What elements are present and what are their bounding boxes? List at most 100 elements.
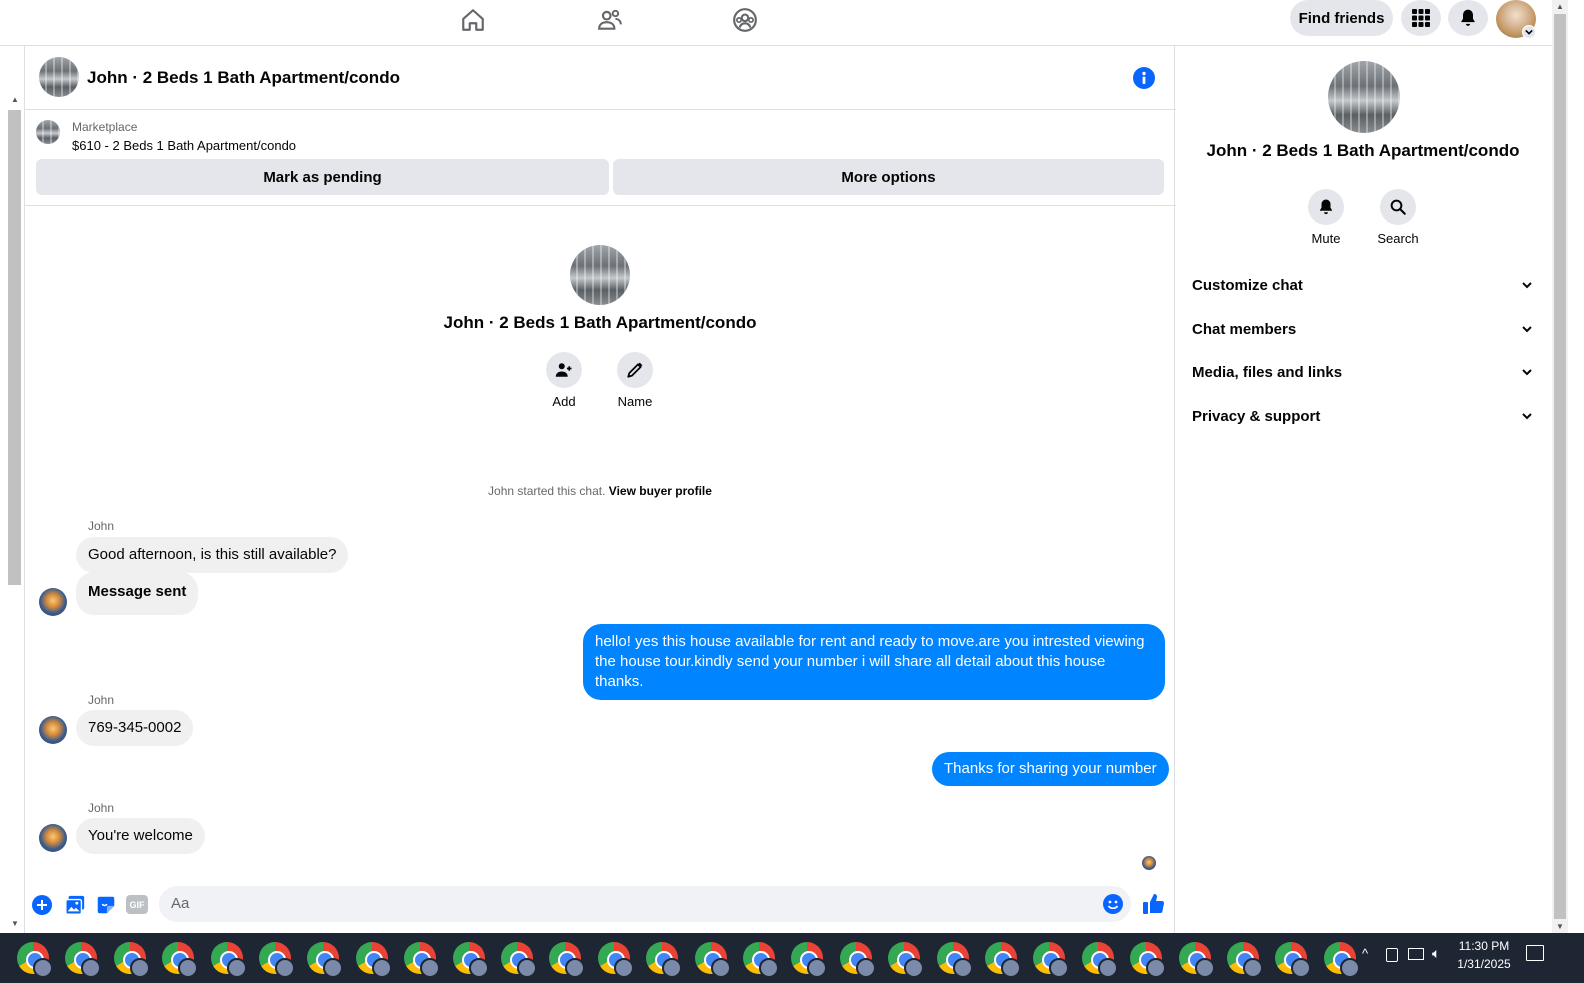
name-chat-button[interactable]: Name [611,352,659,409]
taskbar-chrome-icon[interactable] [1081,942,1118,978]
sender-avatar[interactable] [39,716,67,744]
taskbar-chrome-icon[interactable] [1130,942,1167,978]
chevron-down-icon [1522,369,1532,376]
add-people-button[interactable]: Add [540,352,588,409]
scroll-down-arrow-icon[interactable]: ▼ [11,919,19,928]
find-friends-button[interactable]: Find friends [1290,0,1393,36]
notification-center-icon[interactable] [1526,945,1544,961]
menu-grid-icon[interactable] [1401,0,1441,36]
chevron-down-icon [1522,413,1532,420]
scroll-up-arrow-icon[interactable]: ▲ [1556,2,1564,11]
notifications-bell-icon[interactable] [1448,0,1488,36]
name-label: Name [617,394,653,409]
search-in-conversation-button[interactable]: Search [1368,189,1428,246]
marketplace-bar: Marketplace $610 - 2 Beds 1 Bath Apartme… [25,110,1176,206]
taskbar-chrome-icon[interactable] [65,942,102,978]
conversation-title: John · 2 Beds 1 Bath Apartment/condo [1206,141,1520,160]
emoji-icon[interactable] [1103,894,1123,914]
network-icon[interactable] [1408,948,1424,960]
page-scrollbar-thumb[interactable] [1554,14,1566,919]
mute-button[interactable]: Mute [1300,189,1352,246]
groups-icon[interactable] [729,4,761,36]
message-input-placeholder: Aa [171,895,190,912]
taskbar-chrome-icon[interactable] [791,942,828,978]
outgoing-message[interactable]: Thanks for sharing your number [932,752,1169,786]
add-person-icon[interactable] [546,352,582,388]
chevron-down-icon [1522,326,1532,333]
privacy-support-section[interactable]: Privacy & support [1192,398,1534,434]
outgoing-message[interactable]: hello! yes this house available for rent… [583,624,1165,700]
marketplace-label: Marketplace [72,120,138,134]
section-label: Chat members [1192,320,1297,338]
scroll-down-arrow-icon[interactable]: ▼ [1556,922,1564,931]
taskbar-chrome-icon[interactable] [694,942,731,978]
taskbar-chrome-icon[interactable] [936,942,973,978]
taskbar-chrome-icon[interactable] [452,942,489,978]
account-chevron-icon[interactable] [1522,25,1536,39]
gif-icon[interactable]: GIF [126,895,148,914]
taskbar-chrome-icon[interactable] [355,942,392,978]
volume-icon[interactable]: 🔈︎ [1432,945,1440,962]
thumbs-up-icon[interactable] [1142,892,1166,921]
message-composer: GIF Aa [25,881,1176,933]
show-hidden-icons-chevron[interactable]: ^ [1362,946,1368,961]
mark-as-pending-button[interactable]: Mark as pending [36,159,609,195]
section-label: Privacy & support [1192,407,1321,425]
incoming-message[interactable]: Good afternoon, is this still available? [76,537,349,573]
chat-avatar[interactable] [39,57,79,97]
page-scrollbar[interactable]: ▲ ▼ [1552,0,1568,933]
media-files-links-section[interactable]: Media, files and links [1192,354,1534,390]
taskbar-chrome-icon[interactable] [501,942,537,978]
listing-title[interactable]: $610 - 2 Beds 1 Bath Apartment/condo [72,138,296,153]
taskbar-chrome-icon[interactable] [162,942,199,978]
taskbar-chrome-icon[interactable] [1178,942,1215,978]
pencil-icon[interactable] [617,352,653,388]
taskbar-chrome-icon[interactable] [17,942,53,978]
sender-avatar[interactable] [39,588,67,616]
taskbar-chrome-icon[interactable] [985,942,1021,978]
message-input[interactable]: Aa [159,886,1131,922]
taskbar-chrome-icon[interactable] [597,942,634,978]
left-scrollbar[interactable]: ▲ ▼ [7,95,22,931]
left-scrollbar-thumb[interactable] [8,110,21,585]
taskbar-chrome-icon[interactable] [1227,942,1263,978]
scroll-up-arrow-icon[interactable]: ▲ [11,95,19,104]
chat-header: John · 2 Beds 1 Bath Apartment/condo [25,46,1176,110]
taskbar-chrome-icon[interactable] [646,942,683,978]
system-clock[interactable]: 11:30 PM 1/31/2025 [1452,937,1516,973]
chat-title[interactable]: John · 2 Beds 1 Bath Apartment/condo [87,68,400,88]
taskbar-chrome-icon[interactable] [549,942,586,978]
mute-bell-icon[interactable] [1308,189,1344,225]
taskbar-chrome-icon[interactable] [839,942,876,978]
plus-icon[interactable] [32,895,52,915]
more-options-button[interactable]: More options [613,159,1164,195]
meet-now-icon[interactable] [1386,948,1398,962]
taskbar-chrome-icon[interactable] [259,942,295,978]
incoming-message[interactable]: 769-345-0002 [76,710,194,746]
section-label: Customize chat [1192,276,1303,294]
customize-chat-section[interactable]: Customize chat [1192,267,1534,303]
taskbar-chrome-icon[interactable] [1323,942,1360,978]
taskbar-chrome-icon[interactable] [1275,942,1312,978]
info-icon[interactable] [1133,67,1155,89]
home-icon[interactable] [457,4,489,36]
taskbar-chrome-icon[interactable] [743,942,779,978]
friends-icon[interactable] [594,4,626,36]
sender-avatar[interactable] [39,824,67,852]
taskbar-chrome-icon[interactable] [113,942,150,978]
mute-label: Mute [1311,231,1341,246]
sticker-icon[interactable] [95,894,117,921]
view-buyer-profile-link[interactable]: View buyer profile [609,484,712,498]
clock-date: 1/31/2025 [1457,957,1511,971]
section-label: Media, files and links [1192,363,1343,381]
taskbar-chrome-icon[interactable] [404,942,441,978]
search-icon[interactable] [1380,189,1416,225]
taskbar-chrome-icon[interactable] [888,942,925,978]
incoming-message[interactable]: Message sent [76,572,199,615]
taskbar-chrome-icon[interactable] [1033,942,1070,978]
taskbar-chrome-icon[interactable] [210,942,247,978]
chat-members-section[interactable]: Chat members [1192,311,1534,347]
taskbar-chrome-icon[interactable] [307,942,344,978]
incoming-message[interactable]: You're welcome [76,818,205,854]
photo-icon[interactable] [64,894,86,921]
